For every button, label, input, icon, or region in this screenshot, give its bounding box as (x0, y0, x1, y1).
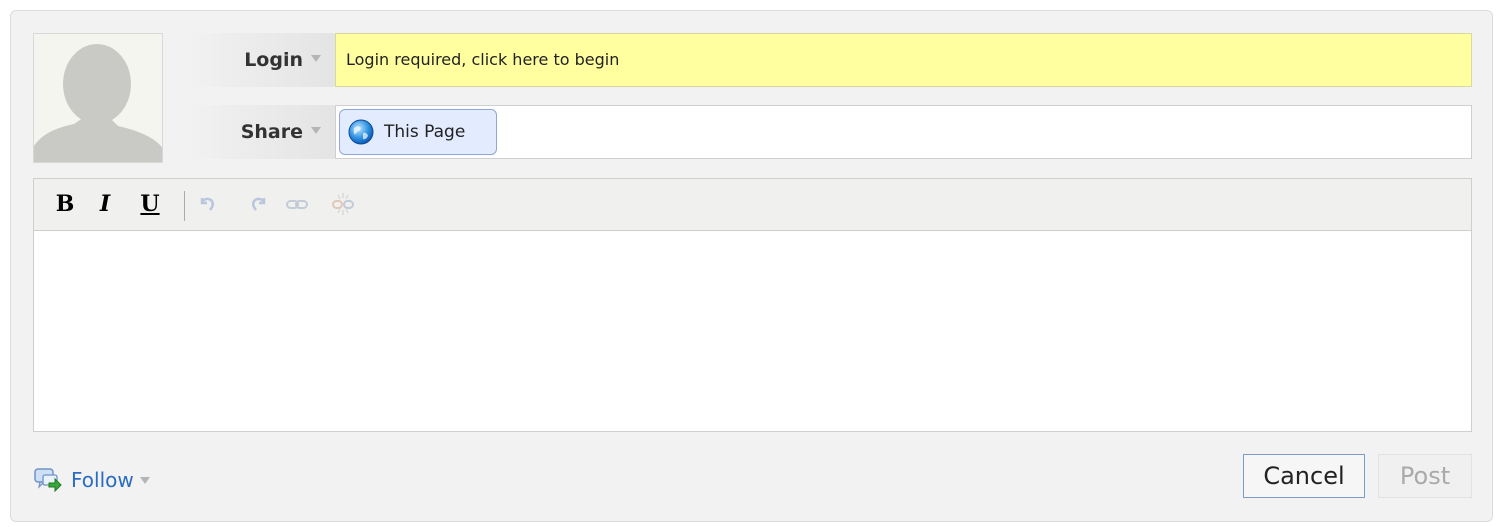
redo-icon (252, 197, 266, 211)
editor-toolbar: B I U (34, 179, 1471, 231)
globe-icon (348, 119, 374, 145)
cancel-button[interactable]: Cancel (1243, 454, 1365, 498)
underline-button[interactable]: U (137, 191, 163, 217)
link-icon (286, 200, 308, 209)
share-menu[interactable]: Share (183, 105, 335, 159)
toolbar-divider (184, 191, 185, 221)
chevron-down-icon (139, 476, 150, 484)
share-label: Share (240, 121, 303, 143)
comment-textarea[interactable] (34, 231, 1471, 431)
undo-icon (200, 197, 214, 211)
avatar (33, 33, 163, 163)
share-chip-label: This Page (384, 122, 466, 142)
share-chip-this-page[interactable]: This Page (339, 109, 497, 155)
login-prompt[interactable]: Login required, click here to begin (335, 33, 1472, 87)
login-menu[interactable]: Login (183, 33, 335, 87)
follow-icon (34, 468, 62, 493)
bold-button[interactable]: B (52, 191, 78, 217)
unlink-icon (332, 193, 354, 215)
chevron-down-icon (311, 55, 321, 62)
chevron-down-icon (311, 127, 321, 134)
comment-editor: B I U (33, 178, 1472, 432)
follow-label: Follow (71, 468, 134, 492)
user-silhouette-icon (34, 34, 162, 162)
login-label: Login (244, 49, 303, 71)
follow-menu[interactable]: Follow (33, 462, 150, 498)
share-targets: This Page (335, 105, 1472, 159)
post-button[interactable]: Post (1378, 454, 1472, 498)
italic-button[interactable]: I (92, 191, 118, 217)
